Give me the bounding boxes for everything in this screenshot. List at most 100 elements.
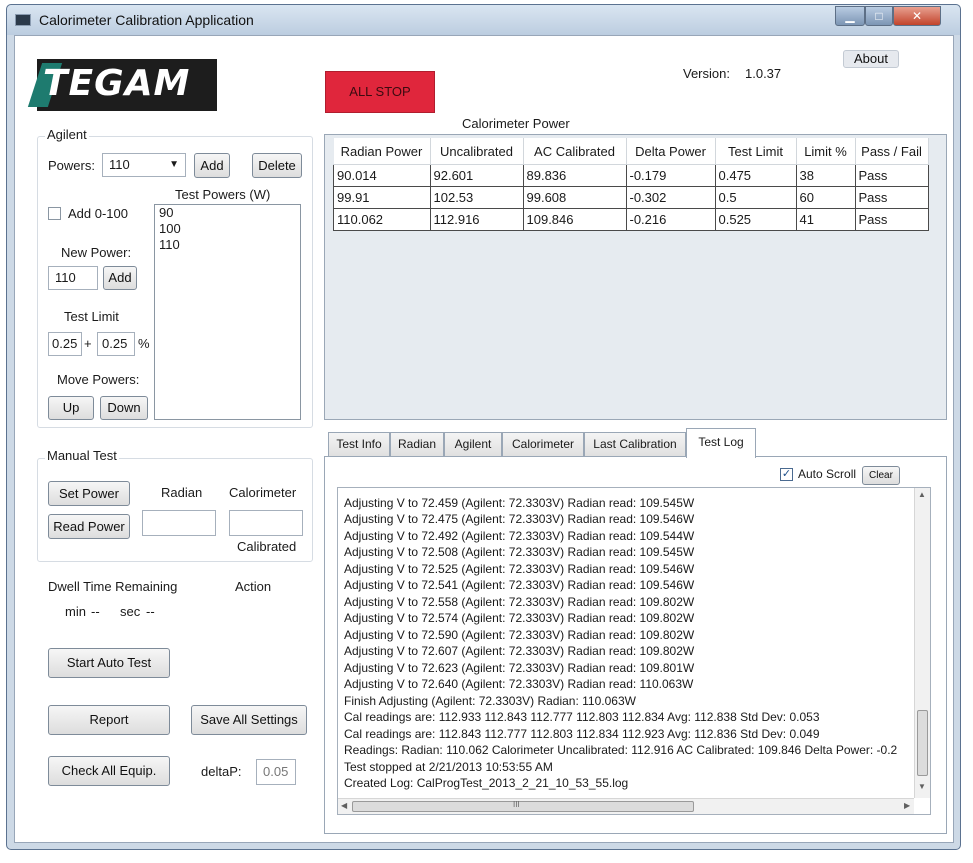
about-button[interactable]: About <box>843 50 899 68</box>
list-item[interactable]: 110 <box>155 237 300 253</box>
table-cell: 60 <box>795 186 856 209</box>
log-horizontal-scrollbar[interactable]: ◀ III ▶ <box>338 798 914 814</box>
scroll-grip: III <box>513 800 520 809</box>
column-header[interactable]: Delta Power <box>626 138 716 165</box>
tab-calorimeter[interactable]: Calorimeter <box>502 432 584 456</box>
tab-last-calibration[interactable]: Last Calibration <box>584 432 686 456</box>
test-limit-b-input[interactable]: 0.25 <box>97 332 135 356</box>
move-down-button[interactable]: Down <box>100 396 148 420</box>
table-cell: 38 <box>795 164 856 187</box>
list-item[interactable]: 90 <box>155 205 300 221</box>
title-bar[interactable]: Calorimeter Calibration Application ▁ □ … <box>7 5 960 35</box>
tab-test-log[interactable]: Test Log <box>686 428 756 458</box>
tab-radian[interactable]: Radian <box>390 432 444 456</box>
add-power-button[interactable]: Add <box>194 153 230 178</box>
set-power-button[interactable]: Set Power <box>48 481 130 506</box>
scroll-left-arrow-icon[interactable]: ◀ <box>341 801 347 810</box>
table-cell: Pass <box>854 186 929 209</box>
scroll-down-arrow-icon[interactable]: ▼ <box>918 782 926 791</box>
table-cell: 0.5 <box>714 186 797 209</box>
powers-label: Powers: <box>48 158 95 173</box>
delete-power-button[interactable]: Delete <box>252 153 302 178</box>
auto-scroll-checkbox[interactable]: ✓ <box>780 468 793 481</box>
table-row[interactable]: 99.91 102.53 99.608 -0.302 0.5 60 Pass <box>333 186 929 209</box>
test-log-box[interactable]: Adjusting V to 72.459 (Agilent: 72.3303V… <box>337 487 931 815</box>
version-label: Version: <box>683 66 730 81</box>
new-power-add-button[interactable]: Add <box>103 266 137 290</box>
log-line: Adjusting V to 72.525 (Agilent: 72.3303V… <box>344 562 695 576</box>
log-line: Adjusting V to 72.558 (Agilent: 72.3303V… <box>344 595 695 609</box>
calorimeter-value-field <box>229 510 303 536</box>
radian-value-field <box>142 510 216 536</box>
table-row[interactable]: 110.062 112.916 109.846 -0.216 0.525 41 … <box>333 208 929 231</box>
chevron-down-icon: ▼ <box>169 159 179 170</box>
log-line: Readings: Radian: 110.062 Calorimeter Un… <box>344 743 898 757</box>
calibrated-label: Calibrated <box>237 539 297 554</box>
save-all-settings-button[interactable]: Save All Settings <box>191 705 307 735</box>
tab-agilent[interactable]: Agilent <box>444 432 502 456</box>
move-up-button[interactable]: Up <box>48 396 94 420</box>
move-powers-label: Move Powers: <box>57 372 140 387</box>
powers-select[interactable]: 110 ▼ <box>102 153 186 177</box>
all-stop-button[interactable]: ALL STOP <box>325 71 435 113</box>
log-line: Cal readings are: 112.843 112.777 112.80… <box>344 727 820 741</box>
log-line: Adjusting V to 72.574 (Agilent: 72.3303V… <box>344 611 695 625</box>
manual-test-title: Manual Test <box>45 448 119 463</box>
sec-label: sec <box>120 604 141 619</box>
column-header[interactable]: Pass / Fail <box>855 138 929 165</box>
close-button[interactable]: ✕ <box>893 6 941 26</box>
test-powers-list[interactable]: 90 100 110 <box>154 204 301 420</box>
table-cell: 99.608 <box>522 186 627 209</box>
log-horizontal-scroll-thumb[interactable]: III <box>352 800 694 812</box>
list-item[interactable]: 100 <box>155 221 300 237</box>
log-line: Created Log: CalProgTest_2013_2_21_10_53… <box>344 776 629 790</box>
add-range-label: Add 0-100 <box>68 206 128 221</box>
table-cell: Pass <box>854 208 929 231</box>
clear-log-button[interactable]: Clear <box>862 466 900 485</box>
add-range-checkbox[interactable] <box>48 207 61 220</box>
table-cell: 109.846 <box>522 208 627 231</box>
power-table-title: Calorimeter Power <box>462 116 570 131</box>
scroll-right-arrow-icon[interactable]: ▶ <box>904 801 910 810</box>
calorimeter-label: Calorimeter <box>229 485 297 500</box>
auto-scroll-label: Auto Scroll <box>798 467 857 481</box>
percent-label: % <box>138 336 150 351</box>
table-cell: Pass <box>854 164 929 187</box>
log-vertical-scrollbar[interactable]: ▲ ▼ <box>914 488 930 798</box>
table-cell: 110.062 <box>333 208 431 231</box>
table-cell: 90.014 <box>333 164 431 187</box>
test-powers-label: Test Powers (W) <box>175 187 271 202</box>
agilent-title: Agilent <box>45 127 89 142</box>
column-header[interactable]: AC Calibrated <box>523 138 627 165</box>
maximize-button[interactable]: □ <box>865 6 893 26</box>
column-header[interactable]: Uncalibrated <box>430 138 524 165</box>
logo-text: TEGAM <box>43 63 191 104</box>
check-all-equip-button[interactable]: Check All Equip. <box>48 756 170 786</box>
dwell-time-label: Dwell Time Remaining <box>48 579 178 594</box>
log-line: Cal readings are: 112.933 112.843 112.77… <box>344 710 820 724</box>
log-line: Adjusting V to 72.607 (Agilent: 72.3303V… <box>344 644 695 658</box>
table-row[interactable]: 90.014 92.601 89.836 -0.179 0.475 38 Pas… <box>333 164 929 187</box>
log-line: Adjusting V to 72.590 (Agilent: 72.3303V… <box>344 628 695 642</box>
version-value: 1.0.37 <box>745 66 782 81</box>
tab-test-info[interactable]: Test Info <box>328 432 390 456</box>
test-limit-a-input[interactable]: 0.25 <box>48 332 82 356</box>
app-icon <box>15 14 31 26</box>
radian-label: Radian <box>161 485 203 500</box>
table-header-row: Radian Power Uncalibrated AC Calibrated … <box>333 138 929 165</box>
scroll-up-arrow-icon[interactable]: ▲ <box>918 490 926 499</box>
table-cell: -0.179 <box>625 164 716 187</box>
min-label: min <box>65 604 86 619</box>
start-auto-test-button[interactable]: Start Auto Test <box>48 648 170 678</box>
log-vertical-scroll-thumb[interactable] <box>917 710 928 776</box>
log-line: Adjusting V to 72.640 (Agilent: 72.3303V… <box>344 677 694 691</box>
column-header[interactable]: Radian Power <box>333 138 431 165</box>
column-header[interactable]: Test Limit <box>715 138 797 165</box>
deltap-input[interactable]: 0.05 <box>256 759 296 785</box>
report-button[interactable]: Report <box>48 705 170 735</box>
minimize-button[interactable]: ▁ <box>835 6 865 26</box>
table-cell: 0.475 <box>714 164 797 187</box>
column-header[interactable]: Limit % <box>796 138 856 165</box>
new-power-input[interactable]: 110 <box>48 266 98 290</box>
read-power-button[interactable]: Read Power <box>48 514 130 539</box>
